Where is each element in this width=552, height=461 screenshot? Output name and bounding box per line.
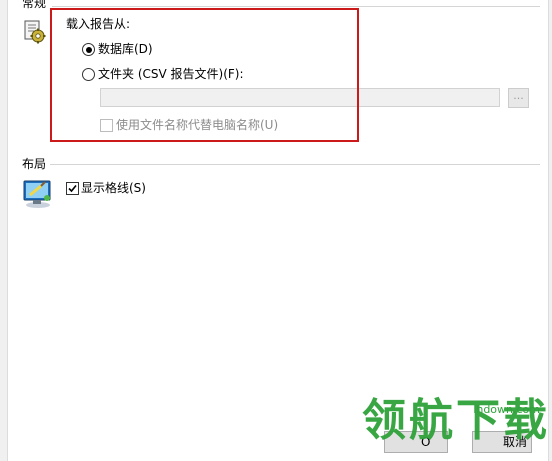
show-grid-checkbox[interactable] bbox=[66, 182, 79, 195]
window-right-border bbox=[548, 0, 552, 461]
checkmark-icon bbox=[68, 184, 77, 193]
general-section-divider bbox=[52, 6, 540, 7]
watermark-url: lhdown.com bbox=[473, 403, 540, 416]
window-left-border bbox=[0, 0, 8, 461]
browse-button[interactable]: ... bbox=[508, 88, 529, 108]
general-section-title: 常规 bbox=[22, 0, 51, 10]
layout-section-divider bbox=[50, 164, 540, 165]
monitor-brush-icon bbox=[21, 177, 55, 209]
show-grid-label[interactable]: 显示格线(S) bbox=[81, 181, 146, 196]
highlight-annotation-box bbox=[50, 8, 359, 142]
layout-section-title: 布局 bbox=[22, 157, 51, 171]
gear-document-icon bbox=[22, 19, 48, 45]
